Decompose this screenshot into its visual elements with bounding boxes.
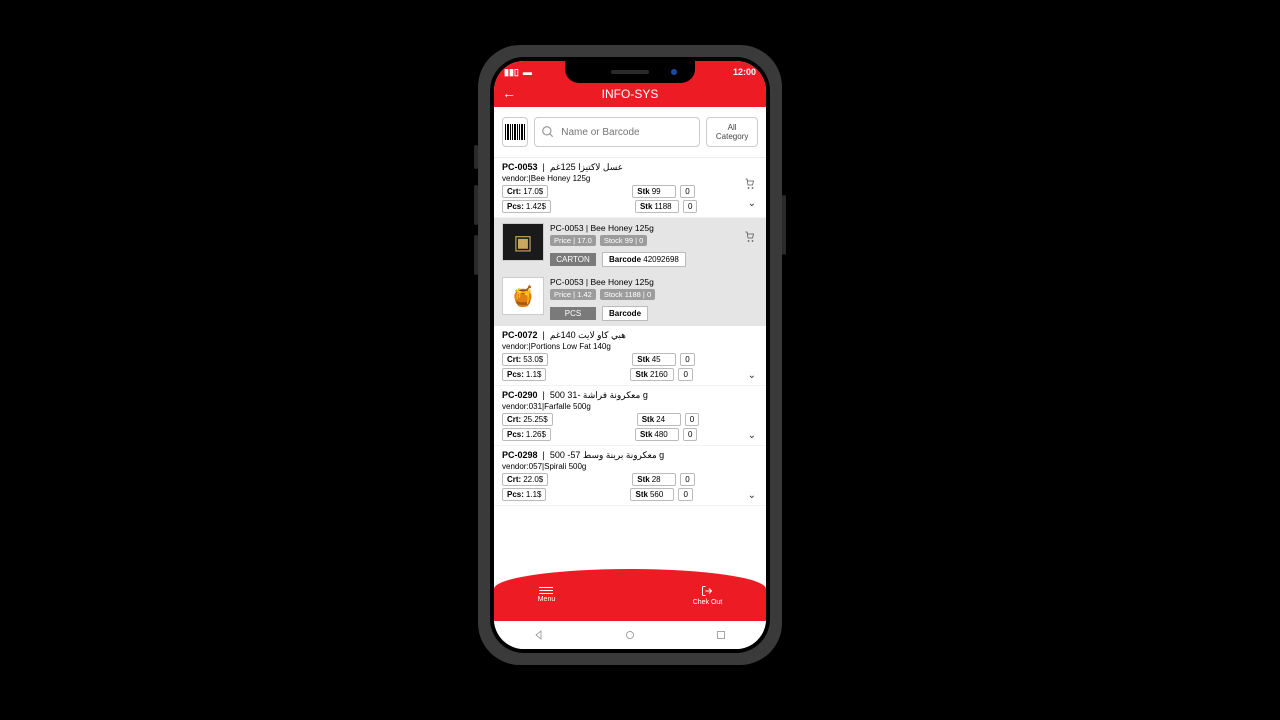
crt-stock-chip: Stk 28 bbox=[632, 473, 676, 486]
crt-stock-chip: Stk 45 bbox=[632, 353, 676, 366]
search-icon bbox=[541, 125, 555, 139]
search-input[interactable] bbox=[561, 127, 693, 138]
unit-badge: CARTON bbox=[550, 253, 596, 266]
expanded-variant-row: 🍯 PC-0053 | Bee Honey 125g Price | 1.42 … bbox=[494, 272, 766, 326]
variant-stock: Stock 1188 | 0 bbox=[600, 289, 655, 300]
variant-stock: Stock 99 | 0 bbox=[600, 235, 648, 246]
phone-notch bbox=[565, 61, 695, 83]
product-row[interactable]: PC-0290 | معكرونة فراشة -31 500 g vendor… bbox=[494, 386, 766, 446]
add-to-cart-button[interactable] bbox=[744, 178, 756, 192]
variant-title: PC-0053 | Bee Honey 125g bbox=[550, 277, 758, 287]
pcs-qty-chip[interactable]: 0 bbox=[683, 428, 697, 441]
pcs-stock-chip: Stk 560 bbox=[630, 488, 674, 501]
pcs-price-chip: Pcs: 1.42$ bbox=[502, 200, 551, 213]
home-key-icon[interactable] bbox=[624, 629, 636, 641]
category-filter-button[interactable]: All Category bbox=[706, 117, 758, 147]
crt-price-chip: Crt: 25.25$ bbox=[502, 413, 553, 426]
crt-price-chip: Crt: 17.0$ bbox=[502, 185, 548, 198]
pcs-stock-chip: Stk 2160 bbox=[630, 368, 674, 381]
unit-badge: PCS bbox=[550, 307, 596, 320]
pcs-stock-chip: Stk 480 bbox=[635, 428, 679, 441]
product-row[interactable]: PC-0298 | معكرونة برينة وسط 57- 500 g ve… bbox=[494, 446, 766, 506]
pcs-qty-chip[interactable]: 0 bbox=[678, 368, 692, 381]
product-list[interactable]: PC-0053 | عسل لاكتيزا 125غم vendor:|Bee … bbox=[494, 158, 766, 569]
back-key-icon[interactable] bbox=[533, 629, 545, 641]
product-thumbnail: ▣ bbox=[502, 223, 544, 261]
pcs-price-chip: Pcs: 1.1$ bbox=[502, 368, 546, 381]
crt-qty-chip[interactable]: 0 bbox=[680, 185, 694, 198]
menu-button[interactable]: Menu bbox=[538, 587, 556, 603]
chevron-down-icon[interactable]: ⌄ bbox=[748, 198, 756, 209]
pcs-price-chip: Pcs: 1.26$ bbox=[502, 428, 551, 441]
chevron-down-icon[interactable]: ⌄ bbox=[748, 430, 756, 441]
crt-qty-chip[interactable]: 0 bbox=[680, 353, 694, 366]
barcode-badge: Barcode 42092698 bbox=[602, 252, 686, 267]
chevron-down-icon[interactable]: ⌄ bbox=[748, 370, 756, 381]
product-title: PC-0298 | معكرونة برينة وسط 57- 500 g bbox=[502, 450, 758, 461]
chevron-down-icon[interactable]: ⌄ bbox=[748, 490, 756, 501]
product-thumbnail: 🍯 bbox=[502, 277, 544, 315]
pcs-qty-chip[interactable]: 0 bbox=[678, 488, 692, 501]
search-row: All Category bbox=[494, 107, 766, 158]
signal-icon: ▮▮▯ bbox=[504, 67, 519, 78]
product-title: PC-0290 | معكرونة فراشة -31 500 g bbox=[502, 390, 758, 401]
hamburger-icon bbox=[539, 587, 553, 594]
product-title: PC-0072 | هبي كاو لايت 140غم bbox=[502, 330, 758, 341]
back-button[interactable]: ← bbox=[502, 85, 516, 101]
add-to-cart-button[interactable] bbox=[744, 231, 756, 245]
crt-stock-chip: Stk 24 bbox=[637, 413, 681, 426]
status-time: 12:00 bbox=[733, 67, 756, 77]
barcode-scan-button[interactable] bbox=[502, 117, 528, 147]
variant-price: Price | 17.0 bbox=[550, 235, 596, 246]
bottom-nav: Menu Chek Out bbox=[494, 569, 766, 621]
crt-stock-chip: Stk 99 bbox=[632, 185, 676, 198]
android-softkeys bbox=[494, 621, 766, 649]
product-vendor: vendor:031|Farfalle 500g bbox=[502, 402, 758, 411]
barcode-icon bbox=[505, 124, 525, 140]
product-title: PC-0053 | عسل لاكتيزا 125غم bbox=[502, 162, 758, 173]
recent-key-icon[interactable] bbox=[715, 629, 727, 641]
variant-title: PC-0053 | Bee Honey 125g bbox=[550, 223, 758, 233]
product-vendor: vendor:057|Spirali 500g bbox=[502, 462, 758, 471]
crt-price-chip: Crt: 53.0$ bbox=[502, 353, 548, 366]
product-row[interactable]: PC-0053 | عسل لاكتيزا 125غم vendor:|Bee … bbox=[494, 158, 766, 218]
variant-price: Price | 1.42 bbox=[550, 289, 596, 300]
app-title: INFO-SYS bbox=[602, 87, 659, 101]
menu-label: Menu bbox=[538, 596, 556, 603]
product-row[interactable]: PC-0072 | هبي كاو لايت 140غم vendor:|Por… bbox=[494, 326, 766, 386]
crt-price-chip: Crt: 22.0$ bbox=[502, 473, 548, 486]
checkout-button[interactable]: Chek Out bbox=[693, 585, 723, 606]
barcode-badge: Barcode bbox=[602, 306, 648, 321]
pcs-qty-chip[interactable]: 0 bbox=[683, 200, 697, 213]
expanded-variant-row: ▣ PC-0053 | Bee Honey 125g Price | 17.0 … bbox=[494, 218, 766, 272]
battery-icon: ▬ bbox=[523, 67, 532, 77]
product-vendor: vendor:|Bee Honey 125g bbox=[502, 174, 758, 183]
product-vendor: vendor:|Portions Low Fat 140g bbox=[502, 342, 758, 351]
checkout-icon bbox=[700, 585, 714, 597]
phone-frame: ▮▮▯ ▬ 12:00 ← INFO-SYS All bbox=[478, 45, 782, 665]
crt-qty-chip[interactable]: 0 bbox=[685, 413, 699, 426]
search-box[interactable] bbox=[534, 117, 700, 147]
pcs-price-chip: Pcs: 1.1$ bbox=[502, 488, 546, 501]
crt-qty-chip[interactable]: 0 bbox=[680, 473, 694, 486]
checkout-label: Chek Out bbox=[693, 599, 723, 606]
pcs-stock-chip: Stk 1188 bbox=[635, 200, 679, 213]
app-header: ← INFO-SYS bbox=[494, 81, 766, 107]
